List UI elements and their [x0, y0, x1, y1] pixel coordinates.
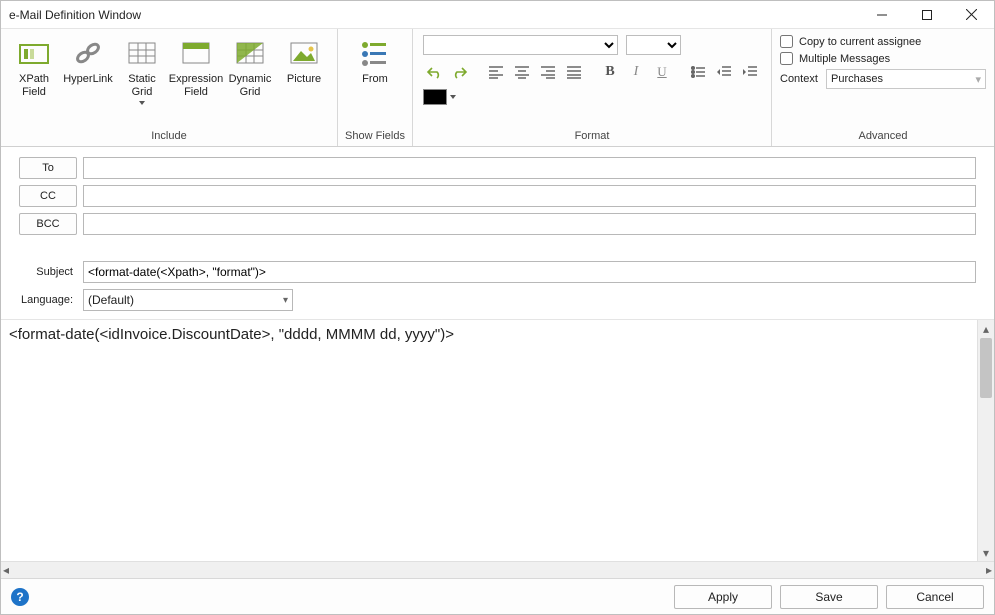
language-select[interactable]: (Default) ▾ [83, 289, 293, 311]
hyperlink-icon [72, 37, 104, 69]
expression-field-icon [180, 37, 212, 69]
undo-button[interactable] [423, 61, 445, 83]
cc-button[interactable]: CC [19, 185, 77, 207]
bold-button[interactable]: B [599, 61, 621, 83]
window: e-Mail Definition Window XPath Field [0, 0, 995, 615]
align-right-button[interactable] [537, 61, 559, 83]
ribbon: XPath Field HyperLink Static Grid [1, 29, 994, 147]
bullet-list-button[interactable] [687, 61, 709, 83]
xpath-field-label: XPath Field [9, 73, 59, 99]
redo-button[interactable] [449, 61, 471, 83]
scroll-down-icon[interactable]: ▾ [978, 544, 994, 561]
ribbon-group-show-fields-label: Show Fields [344, 127, 406, 146]
dynamic-grid-label: Dynamic Grid [225, 73, 275, 99]
cancel-button[interactable]: Cancel [886, 585, 984, 609]
ribbon-group-include-label: Include [7, 127, 331, 146]
subject-input[interactable] [83, 261, 976, 283]
scroll-left-icon[interactable]: ◂ [3, 563, 9, 577]
chevron-down-icon [139, 101, 145, 105]
expression-field-label: Expression Field [169, 73, 223, 99]
copy-to-assignee-row[interactable]: Copy to current assignee [780, 35, 986, 48]
to-input[interactable] [83, 157, 976, 179]
cc-input[interactable] [83, 185, 976, 207]
language-value: (Default) [88, 293, 134, 307]
titlebar: e-Mail Definition Window [1, 1, 994, 29]
scroll-thumb[interactable] [980, 338, 992, 398]
body-editor[interactable]: <format-date(<idInvoice.DiscountDate>, "… [1, 320, 977, 561]
horizontal-scrollbar[interactable]: ◂ ▸ [1, 561, 994, 578]
font-color-swatch [423, 89, 447, 105]
from-icon [359, 37, 391, 69]
hyperlink-label: HyperLink [63, 73, 113, 99]
save-button[interactable]: Save [780, 585, 878, 609]
language-label: Language: [19, 294, 77, 306]
hyperlink-button[interactable]: HyperLink [61, 33, 115, 99]
to-button[interactable]: To [19, 157, 77, 179]
indent-button[interactable] [739, 61, 761, 83]
help-icon[interactable]: ? [11, 588, 29, 606]
multiple-messages-row[interactable]: Multiple Messages [780, 52, 986, 65]
italic-button[interactable]: I [625, 61, 647, 83]
bcc-button[interactable]: BCC [19, 213, 77, 235]
font-size-select[interactable] [626, 35, 681, 55]
context-select[interactable]: Purchases ▾ [826, 69, 986, 89]
xpath-field-button[interactable]: XPath Field [7, 33, 61, 99]
chevron-down-icon: ▾ [975, 73, 981, 86]
outdent-button[interactable] [713, 61, 735, 83]
ribbon-group-advanced-label: Advanced [778, 127, 988, 146]
context-value: Purchases [831, 73, 883, 85]
expression-field-button[interactable]: Expression Field [169, 33, 223, 99]
xpath-field-icon [18, 37, 50, 69]
align-left-button[interactable] [485, 61, 507, 83]
align-justify-button[interactable] [563, 61, 585, 83]
fields-area: To CC BCC Subject Language: (Default) ▾ [1, 147, 994, 317]
chevron-down-icon: ▾ [283, 295, 288, 306]
from-label: From [362, 73, 388, 99]
static-grid-icon [126, 37, 158, 69]
picture-button[interactable]: Picture [277, 33, 331, 99]
ribbon-group-format-label: Format [419, 127, 765, 146]
copy-to-assignee-label: Copy to current assignee [799, 36, 921, 48]
bcc-input[interactable] [83, 213, 976, 235]
multiple-messages-label: Multiple Messages [799, 53, 890, 65]
scroll-right-icon[interactable]: ▸ [986, 563, 992, 577]
vertical-scrollbar[interactable]: ▴ ▾ [977, 320, 994, 561]
editor-area: <format-date(<idInvoice.DiscountDate>, "… [1, 319, 994, 561]
font-family-select[interactable] [423, 35, 618, 55]
ribbon-group-advanced: Copy to current assignee Multiple Messag… [772, 29, 994, 146]
dynamic-grid-button[interactable]: Dynamic Grid [223, 33, 277, 99]
ribbon-group-include: XPath Field HyperLink Static Grid [1, 29, 338, 146]
footer: ? Apply Save Cancel [1, 578, 994, 614]
maximize-button[interactable] [904, 1, 949, 29]
close-button[interactable] [949, 1, 994, 29]
picture-label: Picture [287, 73, 321, 99]
font-color-button[interactable] [423, 89, 456, 105]
underline-button[interactable]: U [651, 61, 673, 83]
copy-to-assignee-checkbox[interactable] [780, 35, 793, 48]
context-label: Context [780, 73, 822, 85]
align-center-button[interactable] [511, 61, 533, 83]
ribbon-group-show-fields: From Show Fields [338, 29, 413, 146]
window-title: e-Mail Definition Window [9, 8, 859, 22]
subject-label: Subject [19, 266, 77, 278]
ribbon-group-format: B I U Format [413, 29, 772, 146]
scroll-up-icon[interactable]: ▴ [978, 320, 994, 337]
static-grid-button[interactable]: Static Grid [115, 33, 169, 105]
multiple-messages-checkbox[interactable] [780, 52, 793, 65]
dynamic-grid-icon [234, 37, 266, 69]
apply-button[interactable]: Apply [674, 585, 772, 609]
minimize-button[interactable] [859, 1, 904, 29]
picture-icon [288, 37, 320, 69]
from-button[interactable]: From [344, 33, 406, 99]
chevron-down-icon [450, 95, 456, 99]
static-grid-label: Static Grid [117, 73, 167, 99]
